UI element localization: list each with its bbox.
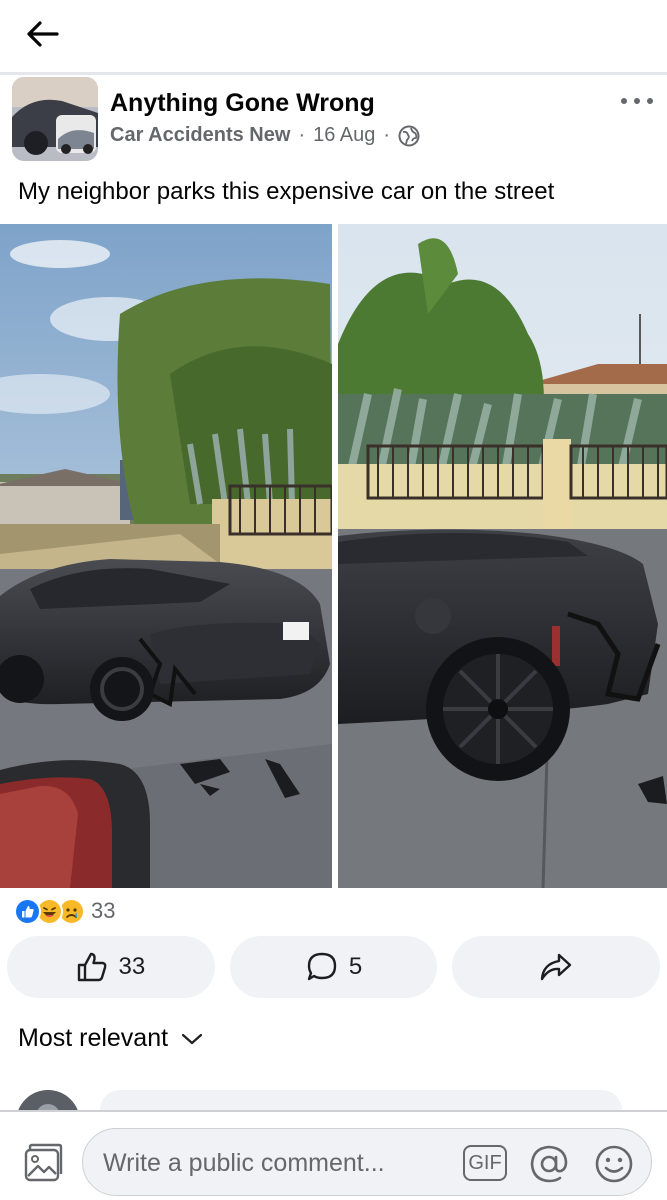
meta-separator: ·	[383, 124, 391, 146]
share-icon	[540, 953, 572, 981]
like-icon	[14, 897, 41, 925]
comment-composer: GIF	[0, 1110, 667, 1200]
gif-button[interactable]: GIF	[463, 1145, 507, 1181]
top-bar	[0, 0, 667, 72]
photo-attach-button[interactable]	[22, 1142, 64, 1184]
dot-icon	[621, 98, 627, 104]
post-photo[interactable]	[0, 224, 332, 888]
comment-button[interactable]: 5	[229, 936, 438, 998]
sort-label: Most relevant	[18, 1024, 169, 1052]
comment-input[interactable]	[103, 1129, 443, 1197]
image-icon	[24, 1143, 63, 1182]
meta-separator: ·	[298, 124, 306, 146]
post-text: My neighbor parks this expensive car on …	[18, 178, 555, 205]
back-arrow-icon	[27, 21, 59, 47]
thumbs-up-icon	[78, 952, 107, 982]
at-sign-icon	[530, 1145, 568, 1183]
group-avatar[interactable]	[12, 77, 98, 161]
group-name[interactable]: Car Accidents New	[110, 124, 290, 147]
post-photo[interactable]	[338, 224, 667, 888]
comment-count: 5	[348, 953, 363, 980]
post-actions: 33 5	[7, 936, 661, 998]
reactions-summary[interactable]: 33	[14, 896, 115, 926]
reaction-count: 33	[91, 898, 116, 923]
like-count: 33	[118, 953, 146, 980]
chevron-down-icon	[181, 1033, 203, 1044]
post-title[interactable]: Anything Gone Wrong	[110, 89, 375, 118]
share-button[interactable]	[452, 936, 661, 998]
dot-icon	[634, 98, 640, 104]
post-header: Anything Gone Wrong Car Accidents New · …	[0, 75, 667, 170]
dot-icon	[647, 98, 653, 104]
like-button[interactable]: 33	[7, 936, 215, 998]
globe-icon	[398, 125, 420, 146]
post-meta: Car Accidents New · 16 Aug ·	[110, 124, 420, 147]
comment-input-box[interactable]: GIF	[82, 1128, 652, 1197]
mention-button[interactable]	[528, 1143, 570, 1185]
post-date[interactable]: 16 Aug	[313, 124, 375, 147]
comment-sort-dropdown[interactable]: Most relevant	[18, 1024, 204, 1053]
smiley-icon	[595, 1145, 633, 1183]
comment-bubble-icon	[307, 952, 337, 981]
photo-grid	[0, 224, 667, 888]
more-options-button[interactable]	[617, 93, 657, 109]
emoji-button[interactable]	[593, 1143, 635, 1185]
back-button[interactable]	[20, 14, 64, 54]
